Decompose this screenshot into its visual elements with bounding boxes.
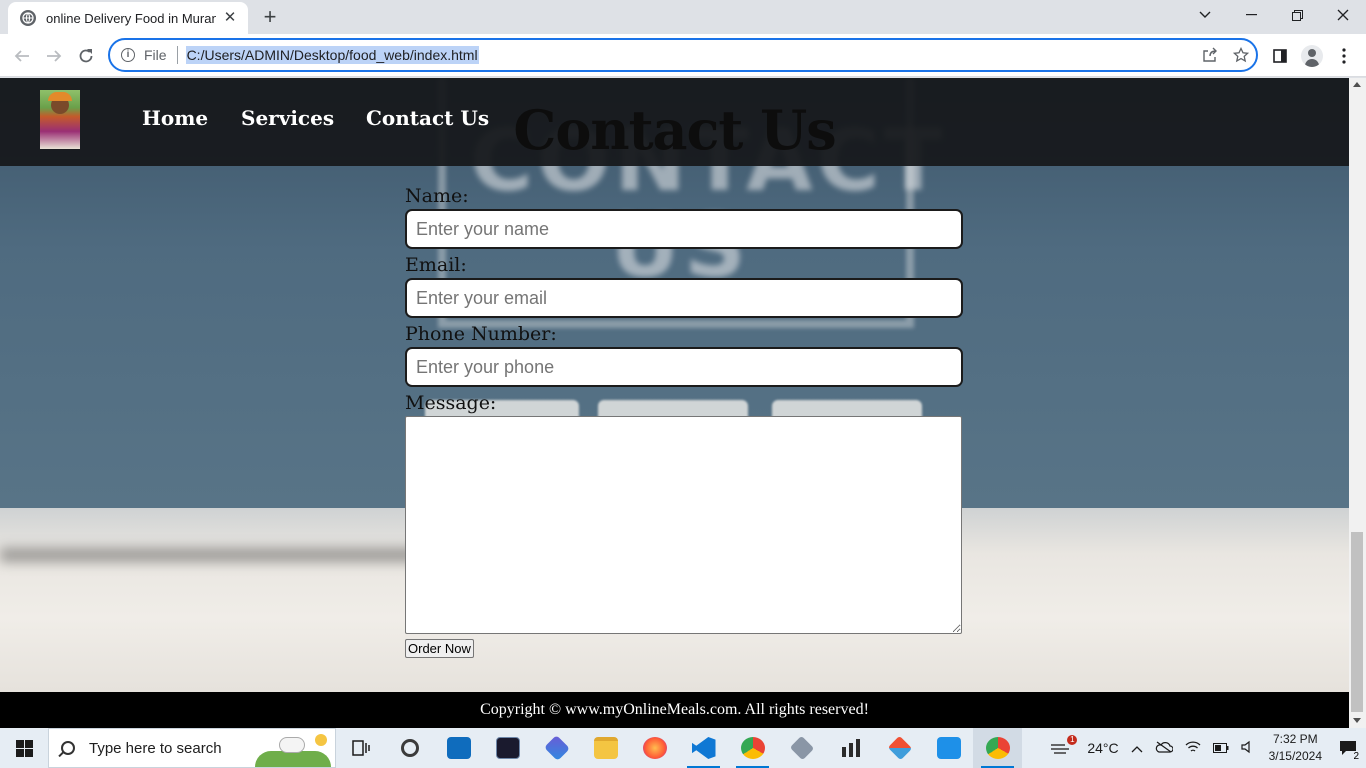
forward-button[interactable]	[40, 42, 68, 70]
page-scrollbar[interactable]	[1349, 78, 1366, 728]
email-label: Email:	[405, 254, 467, 276]
menu-kebab-icon[interactable]	[1330, 42, 1358, 70]
task-view-icon[interactable]	[336, 728, 385, 768]
copilot-icon[interactable]	[385, 728, 434, 768]
search-highlight-illustration	[255, 731, 331, 767]
bookmark-star-icon[interactable]	[1227, 40, 1255, 70]
globe-icon	[20, 10, 36, 26]
battery-icon[interactable]	[1212, 740, 1229, 756]
file-explorer-icon[interactable]	[581, 728, 630, 768]
message-label: Message:	[405, 392, 497, 414]
firefox-icon[interactable]	[630, 728, 679, 768]
site-footer: Copyright © www.myOnlineMeals.com. All r…	[0, 692, 1349, 728]
order-now-button[interactable]: Order Now	[405, 639, 474, 658]
weather-icon[interactable]: 1	[1041, 728, 1081, 768]
restore-button[interactable]	[1274, 0, 1320, 30]
photos-icon[interactable]	[483, 728, 532, 768]
name-input[interactable]	[405, 209, 963, 249]
tab-close-icon[interactable]: ✕	[222, 10, 238, 26]
share-icon[interactable]	[1196, 40, 1224, 70]
start-button[interactable]	[0, 728, 48, 768]
side-panel-icon[interactable]	[1266, 42, 1294, 70]
notification-count: 2	[1351, 751, 1361, 762]
notification-center-icon[interactable]: 2	[1330, 728, 1366, 768]
scrollbar-thumb[interactable]	[1351, 532, 1363, 712]
browser-tab[interactable]: online Delivery Food in Murang'a ✕	[8, 2, 248, 34]
chrome-icon[interactable]	[973, 728, 1022, 768]
scroll-down-arrow-icon[interactable]	[1353, 718, 1361, 723]
tab-search-chevron-icon[interactable]	[1182, 0, 1228, 30]
scroll-up-arrow-icon[interactable]	[1353, 82, 1361, 87]
background-shadow	[0, 548, 420, 562]
search-placeholder: Type here to search	[89, 739, 222, 757]
tab-strip: online Delivery Food in Murang'a ✕ +	[0, 0, 1366, 34]
windows-taskbar: Type here to search 1 24°C 7:32 PM 3/15/…	[0, 728, 1366, 768]
browser-toolbar: i File C:/Users/ADMIN/Desktop/food_web/i…	[0, 34, 1366, 77]
git-icon[interactable]	[875, 728, 924, 768]
phone-input[interactable]	[405, 347, 963, 387]
search-icon	[61, 741, 75, 755]
taskbar-clock[interactable]: 7:32 PM 3/15/2024	[1269, 731, 1322, 765]
profile-icon	[1301, 45, 1323, 67]
network-icon[interactable]	[1185, 740, 1201, 757]
address-separator	[176, 46, 178, 64]
weather-badge: 1	[1067, 735, 1078, 745]
vscode-icon[interactable]	[679, 728, 728, 768]
volume-icon[interactable]	[1241, 740, 1255, 757]
minimize-button[interactable]	[1228, 0, 1274, 30]
close-window-button[interactable]	[1320, 0, 1366, 30]
message-textarea[interactable]	[405, 416, 962, 634]
taskbar-search[interactable]: Type here to search	[48, 728, 336, 768]
edge-dev-icon[interactable]	[532, 728, 581, 768]
url-text[interactable]: C:/Users/ADMIN/Desktop/food_web/index.ht…	[185, 46, 479, 64]
profile-avatar[interactable]	[1298, 42, 1326, 70]
file-scheme-label: File	[144, 47, 167, 63]
system-tray: 1 24°C 7:32 PM 3/15/2024 2	[1041, 728, 1366, 768]
app-bars-icon[interactable]	[826, 728, 875, 768]
chrome-profile-icon[interactable]	[728, 728, 777, 768]
clock-time: 7:32 PM	[1272, 732, 1318, 746]
site-info-icon[interactable]: i	[121, 48, 135, 62]
page-title: Contact Us	[513, 98, 836, 162]
name-label: Name:	[405, 185, 469, 207]
page-viewport: CONTACTUS Home Services Contact Us Conta…	[0, 78, 1349, 728]
azure-studio-icon[interactable]	[924, 728, 973, 768]
clock-date: 3/15/2024	[1268, 749, 1322, 763]
onedrive-offline-icon[interactable]	[1155, 740, 1174, 756]
tab-title: online Delivery Food in Murang'a	[46, 10, 216, 26]
email-input[interactable]	[405, 278, 963, 318]
back-button[interactable]	[8, 42, 36, 70]
phone-label: Phone Number:	[405, 323, 557, 345]
reload-button[interactable]	[72, 42, 100, 70]
mail-icon[interactable]	[434, 728, 483, 768]
windows-logo-icon	[15, 739, 33, 757]
new-tab-button[interactable]: +	[258, 6, 282, 28]
app-cube-icon[interactable]	[777, 728, 826, 768]
contact-form: Name: Email: Phone Number: Message: Orde…	[405, 184, 963, 658]
weather-temperature[interactable]: 24°C	[1087, 740, 1118, 756]
show-hidden-icons-chevron-icon[interactable]	[1131, 740, 1143, 756]
address-bar[interactable]: i File C:/Users/ADMIN/Desktop/food_web/i…	[108, 38, 1258, 72]
